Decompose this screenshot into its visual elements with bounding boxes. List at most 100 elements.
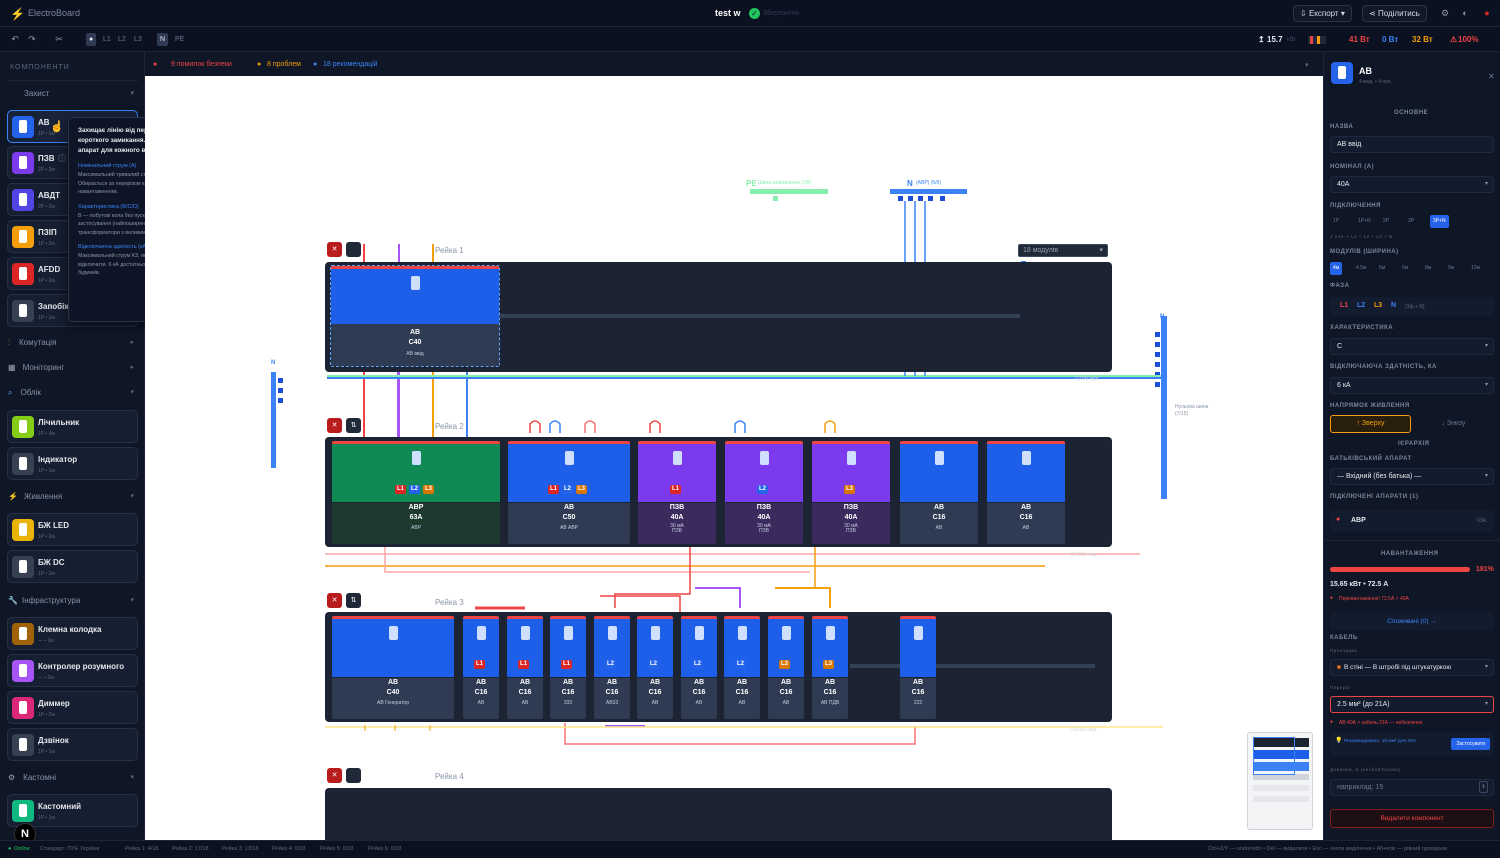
- rail-settings-button[interactable]: ⇅: [346, 593, 361, 608]
- n-busbar-top[interactable]: [890, 189, 967, 194]
- delete-rail-button[interactable]: ✕: [327, 242, 342, 257]
- phase-selector[interactable]: L1 L2 L3 N (3ф + N): [1330, 297, 1494, 316]
- redo-icon[interactable]: ↷: [25, 32, 39, 46]
- module-ав[interactable]: АВ C16 АВ L2: [681, 616, 717, 719]
- rating-select[interactable]: 40А ▾: [1330, 176, 1494, 193]
- module-пзв[interactable]: ПЗВ 40А 30 мА ПЗВ L1: [638, 441, 716, 544]
- errors-count[interactable]: 9 помилок безпеки: [171, 61, 232, 68]
- stepper-icon[interactable]: ⇕: [1479, 781, 1488, 793]
- neutral-toggle[interactable]: N: [157, 33, 169, 46]
- option-chip[interactable]: 3P+N: [1430, 215, 1449, 228]
- theme-icon[interactable]: ◐: [1458, 6, 1472, 20]
- minimap[interactable]: [1247, 732, 1313, 830]
- phase-l2-toggle[interactable]: L2: [115, 33, 129, 46]
- collapse-alerts-icon[interactable]: ▾: [1305, 61, 1309, 69]
- module-пзв[interactable]: ПЗВ 40А 30 мА ПЗВ L2: [725, 441, 803, 544]
- export-button[interactable]: ⇩ Експорт ▾: [1293, 5, 1352, 22]
- rail-4[interactable]: [325, 788, 1112, 848]
- module-ав[interactable]: АВ C16 АВ L1: [463, 616, 499, 719]
- cut-wire-icon[interactable]: ✂: [52, 32, 66, 46]
- option-chip[interactable]: 5м: [1376, 262, 1388, 275]
- option-chip[interactable]: 4м: [1330, 262, 1343, 275]
- component-card-dimmer[interactable]: Диммер 1P • 2м: [7, 691, 138, 724]
- option-chip[interactable]: 1P+N: [1355, 215, 1374, 228]
- consumers-button[interactable]: Споживачі (0) →: [1330, 613, 1494, 630]
- option-chip[interactable]: 9м: [1445, 262, 1457, 275]
- rail-modules-select[interactable]: 18 модулів ▾: [1018, 244, 1108, 257]
- option-chip[interactable]: 8м: [1422, 262, 1434, 275]
- module-пзв[interactable]: ПЗВ 40А 30 мА ПЗВ L3: [812, 441, 890, 544]
- undo-icon[interactable]: ↶: [8, 32, 22, 46]
- document-name[interactable]: test w: [715, 8, 741, 18]
- module-ав[interactable]: АВ C40 АВ Генератор: [332, 616, 454, 719]
- component-card-psu-dc[interactable]: БЖ DC 1P • 2м: [7, 550, 138, 583]
- group-power[interactable]: ⚡ Живлення ▾: [8, 490, 138, 503]
- phase-l3-toggle[interactable]: L3: [131, 33, 145, 46]
- name-input[interactable]: АВ ввід: [1330, 136, 1494, 153]
- pe-toggle[interactable]: PE: [172, 33, 187, 46]
- length-input[interactable]: наприклад: 15 ⇕: [1330, 779, 1494, 796]
- component-card-terminal[interactable]: Клемна колодка — • 1м: [7, 617, 138, 650]
- pe-busbar[interactable]: [750, 189, 828, 194]
- option-chip[interactable]: 4.5м: [1353, 262, 1369, 275]
- delete-rail-button[interactable]: ✕: [327, 768, 342, 783]
- apply-button[interactable]: Застосувати: [1451, 738, 1490, 750]
- option-chip[interactable]: 2P: [1380, 215, 1392, 228]
- warnings-count[interactable]: 8 проблем: [267, 61, 301, 68]
- module-ав[interactable]: АВ C16 АВ L1: [507, 616, 543, 719]
- delete-rail-button[interactable]: ✕: [327, 418, 342, 433]
- module-авр[interactable]: АВР 63А АВР L1 L2 L3: [332, 441, 500, 544]
- n-busbar-left[interactable]: [271, 372, 276, 468]
- option-chip[interactable]: 3P: [1405, 215, 1417, 228]
- delete-component-button[interactable]: Видалити компонент: [1330, 809, 1494, 828]
- component-card-smart-controller[interactable]: Контролер розумного — • 2м: [7, 654, 138, 687]
- laying-select[interactable]: ■ В стіні — В штробі під штукатуркою ▾: [1330, 659, 1494, 676]
- group-switching[interactable]: ⫶ Комутація ▸: [8, 336, 138, 349]
- rail-settings-button[interactable]: [346, 768, 361, 783]
- module-ав[interactable]: АВ C16 АВ: [900, 441, 978, 544]
- phase-l1-toggle[interactable]: L1: [100, 33, 114, 46]
- module-ав[interactable]: АВ C16 333 L1: [550, 616, 586, 719]
- info-icon[interactable]: i: [58, 154, 66, 162]
- delete-rail-button[interactable]: ✕: [327, 593, 342, 608]
- parent-select[interactable]: — Вхідний (без батька) — ▾: [1330, 468, 1494, 485]
- module-ав[interactable]: АВ C16 АВ L3: [768, 616, 804, 719]
- group-protection[interactable]: Захист ▾: [8, 87, 138, 100]
- settings-icon[interactable]: ⚙: [1438, 6, 1452, 20]
- module-ав[interactable]: АВ C16 АВ: [987, 441, 1065, 544]
- module-ав[interactable]: АВ C16 АВ L2: [724, 616, 760, 719]
- tips-count[interactable]: 18 рекомендацій: [323, 61, 378, 68]
- user-avatar-icon[interactable]: ●: [1480, 6, 1494, 20]
- option-chip[interactable]: 6м: [1399, 262, 1411, 275]
- char-select[interactable]: C ▾: [1330, 338, 1494, 355]
- close-icon[interactable]: ✕: [1488, 72, 1495, 81]
- option-chip[interactable]: 12м: [1468, 262, 1483, 275]
- group-infrastructure[interactable]: 🔧 Інфраструктура ▾: [8, 594, 138, 607]
- option-chip[interactable]: 1P: [1330, 215, 1342, 228]
- breaking-select[interactable]: 6 кА ▾: [1330, 377, 1494, 394]
- module-ав[interactable]: АВ C16 АВ L2: [637, 616, 673, 719]
- phase-all-toggle[interactable]: ●: [86, 33, 97, 46]
- component-card-psu-led[interactable]: БЖ LED 1P • 2м: [7, 513, 138, 546]
- component-card-meter[interactable]: Лічильник 1P • 4м: [7, 410, 138, 443]
- module-av-input[interactable]: АВ C40 АВ ввід: [330, 265, 500, 367]
- board-canvas[interactable]: PE Шина заземлення (7/8) N (АВР) (5/6) N…: [145, 76, 1323, 848]
- section-select[interactable]: 2.5 мм² (до 21А) ▾: [1330, 696, 1494, 713]
- rail-settings-button[interactable]: [346, 242, 361, 257]
- child-item[interactable]: ● АВР 63А: [1330, 510, 1494, 532]
- module-ав[interactable]: АВ C16 АВ33 L2: [594, 616, 630, 719]
- rail-settings-button[interactable]: ⇅: [346, 418, 361, 433]
- module-ав[interactable]: АВ C16 АВ ПДВ L3: [812, 616, 848, 719]
- share-button[interactable]: ⋖ Поділитись: [1362, 5, 1427, 22]
- module-ав[interactable]: АВ C16 222: [900, 616, 936, 719]
- component-card-custom[interactable]: Кастомний 1P • 1м: [7, 794, 138, 827]
- module-ав[interactable]: АВ C50 АВ АВР L1 L2 L3: [508, 441, 630, 544]
- component-card-bell[interactable]: Дзвінок 1P • 1м: [7, 728, 138, 761]
- group-metering[interactable]: ⌕ Облік ▾: [8, 386, 138, 399]
- component-card-indicator[interactable]: Індикатор 1P • 1м: [7, 447, 138, 480]
- group-monitoring[interactable]: ▦ Моніторинг ▸: [8, 361, 138, 374]
- neutral-busbar[interactable]: [1161, 316, 1167, 499]
- dir-top-button[interactable]: ↑ Зверху: [1330, 415, 1411, 433]
- dir-bottom-button[interactable]: ↓ Знизу: [1413, 415, 1494, 433]
- group-custom[interactable]: ⚙ Кастомні ▾: [8, 771, 138, 784]
